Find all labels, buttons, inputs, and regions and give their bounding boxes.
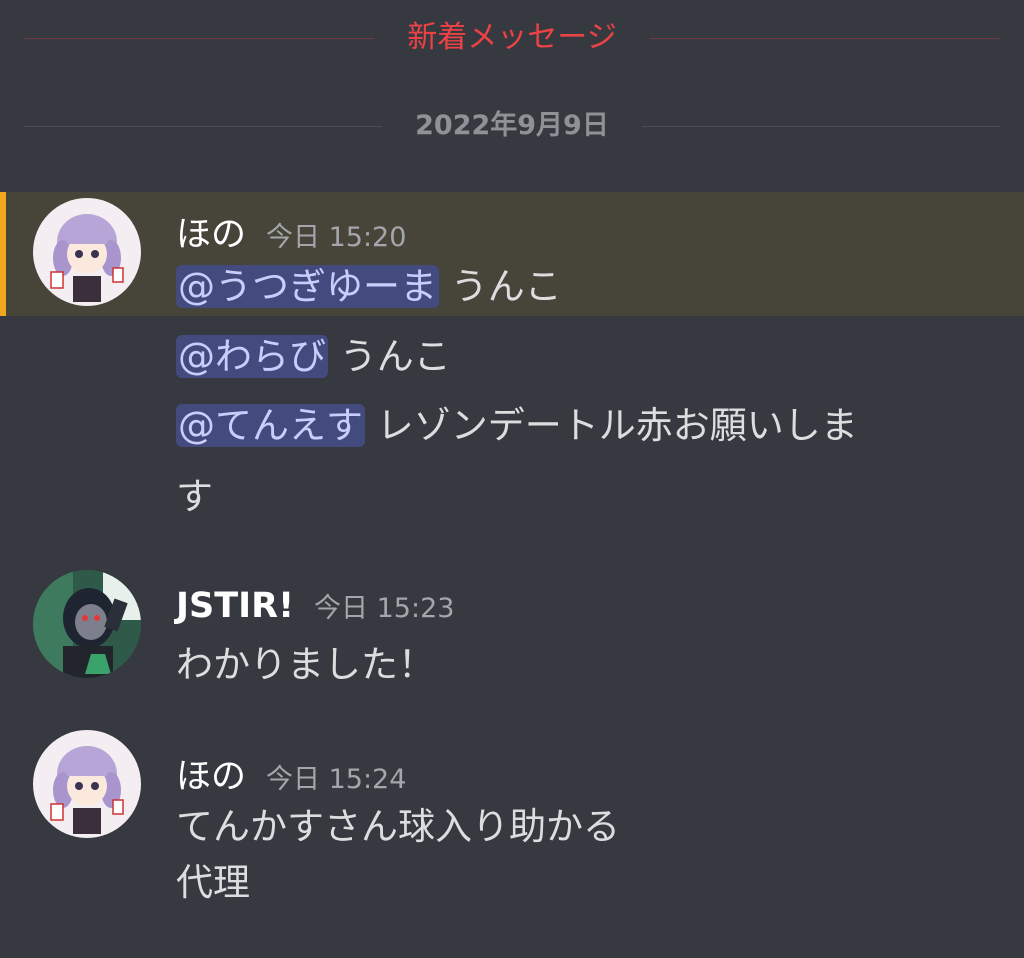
new-messages-label: 新着メッセージ xyxy=(407,20,617,55)
username[interactable]: ほの xyxy=(176,215,246,255)
user-mention[interactable]: @わらび xyxy=(176,335,328,378)
avatar[interactable] xyxy=(33,570,141,678)
avatar[interactable] xyxy=(33,198,141,306)
username[interactable]: JSTIR! xyxy=(176,586,294,626)
timestamp: 今日 15:23 xyxy=(314,593,455,624)
user-mention[interactable]: @てんえす xyxy=(176,404,365,447)
message-group[interactable]: JSTIR! 今日 15:23 わかりました！ xyxy=(0,560,1024,690)
message-group[interactable]: ほの 今日 15:20 @うつぎゆーま うんこ xyxy=(0,192,1024,316)
message-text: うんこ xyxy=(439,265,562,308)
timestamp: 今日 15:20 xyxy=(266,222,407,253)
message-line: @うつぎゆーま うんこ xyxy=(176,256,562,310)
message-line: す xyxy=(176,466,213,520)
user-mention[interactable]: @うつぎゆーま xyxy=(176,265,439,308)
timestamp: 今日 15:24 xyxy=(266,764,407,795)
message-line: わかりました！ xyxy=(176,634,435,688)
date-divider: 2022年9月9日 xyxy=(24,110,1000,141)
message-text: てんかすさん球入り助かる xyxy=(176,805,620,848)
message-text: わかりました！ xyxy=(176,643,435,686)
message-text: レゾンデートル赤お願いしま xyxy=(365,404,858,447)
avatar-image xyxy=(33,730,141,838)
message-line: 代理 xyxy=(176,852,250,906)
message-group[interactable]: ほの 今日 15:24 てんかすさん球入り助かる 代理 xyxy=(0,728,1024,908)
avatar-image xyxy=(33,570,141,678)
date-label: 2022年9月9日 xyxy=(415,110,609,141)
message-text: す xyxy=(176,475,213,518)
message-text: うんこ xyxy=(328,335,451,378)
message-text: 代理 xyxy=(176,861,250,904)
message-line: てんかすさん球入り助かる xyxy=(176,796,620,850)
new-messages-divider: 新着メッセージ xyxy=(24,20,1000,55)
message-line: @わらび うんこ xyxy=(176,326,451,380)
username[interactable]: ほの xyxy=(176,757,246,797)
avatar[interactable] xyxy=(33,730,141,838)
avatar-image xyxy=(33,198,141,306)
message-line: @てんえす レゾンデートル赤お願いしま xyxy=(176,395,858,449)
